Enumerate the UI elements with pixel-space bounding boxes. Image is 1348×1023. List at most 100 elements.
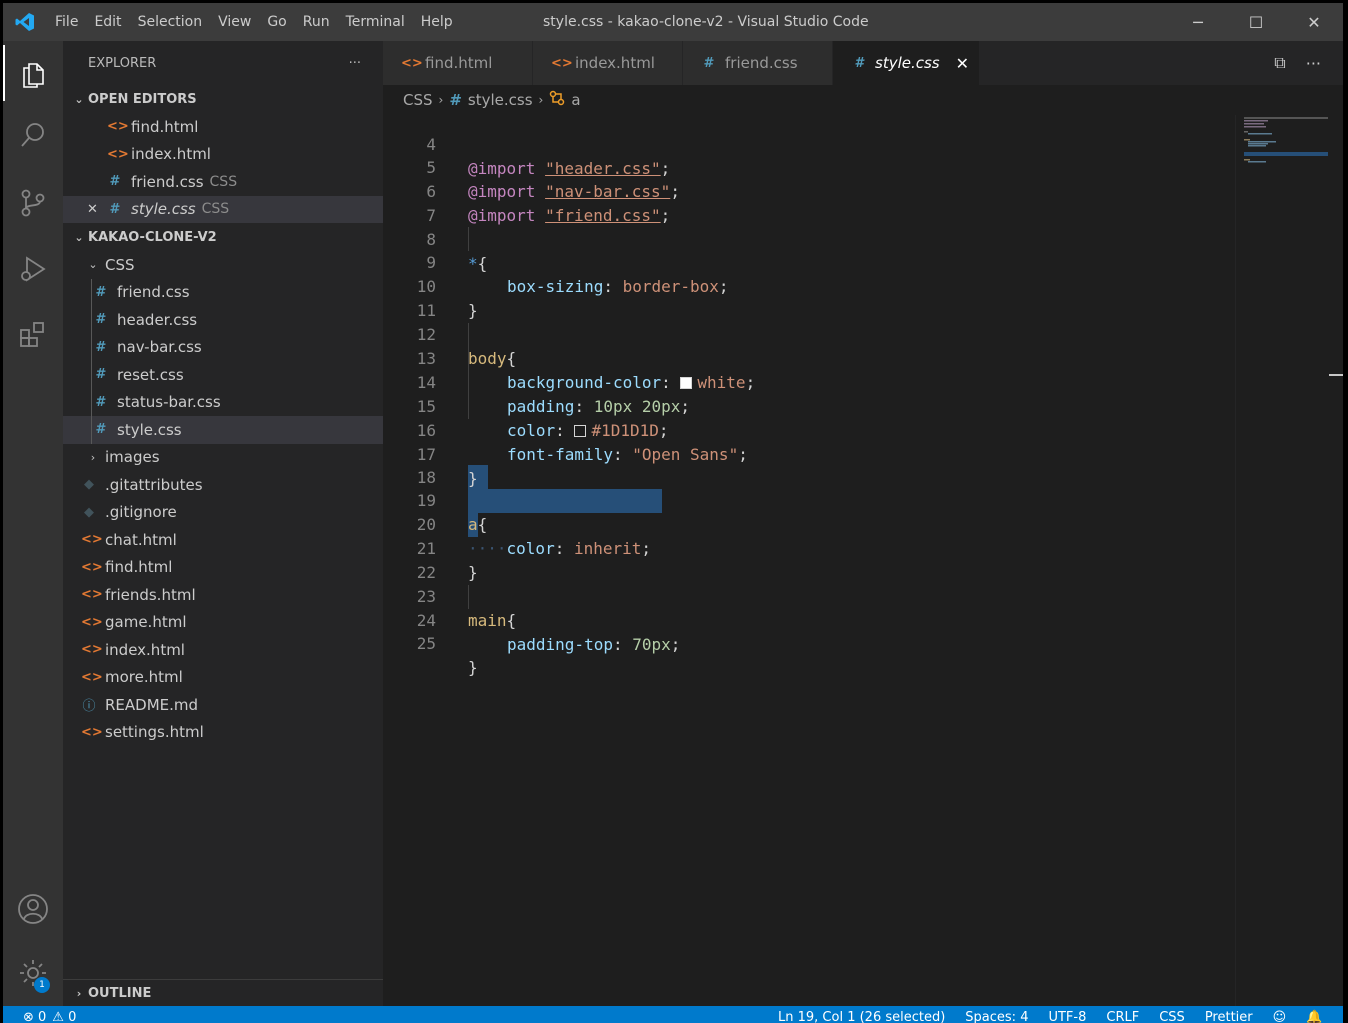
indentation-status[interactable]: Spaces: 4 bbox=[965, 1010, 1028, 1023]
file-item[interactable]: <> game.html bbox=[63, 609, 383, 637]
extensions-icon[interactable] bbox=[3, 307, 63, 363]
file-item[interactable]: # status-bar.css bbox=[63, 389, 383, 417]
maximize-button[interactable]: ☐ bbox=[1227, 3, 1285, 41]
file-item[interactable]: # reset.css bbox=[63, 361, 383, 389]
menu-file[interactable]: File bbox=[47, 3, 86, 41]
file-item[interactable]: # nav-bar.css bbox=[63, 334, 383, 362]
code-line: 19 a{ bbox=[383, 465, 1235, 534]
warnings-status[interactable]: ⚠ 0 bbox=[52, 1010, 76, 1023]
close-window-button[interactable]: ✕ bbox=[1285, 3, 1343, 41]
file-item[interactable]: ◆ .gitignore bbox=[63, 499, 383, 527]
split-editor-icon[interactable]: ⧉ bbox=[1274, 53, 1285, 73]
account-icon[interactable] bbox=[3, 881, 63, 937]
code-line: 4 @import "header.css"; bbox=[383, 109, 1235, 178]
code-line: 18 bbox=[383, 442, 1235, 487]
errors-status[interactable]: ⊗ 0 bbox=[23, 1010, 46, 1023]
file-item[interactable]: ⓘ README.md bbox=[63, 691, 383, 719]
file-item-active[interactable]: # style.css bbox=[63, 416, 383, 444]
formatter-status[interactable]: Prettier bbox=[1205, 1010, 1253, 1023]
tab-find-html[interactable]: <> find.html bbox=[383, 41, 533, 85]
menu-run[interactable]: Run bbox=[295, 3, 338, 41]
html-file-icon: <> bbox=[81, 724, 103, 740]
file-item[interactable]: <> find.html bbox=[63, 554, 383, 582]
cursor-position-status[interactable]: Ln 19, Col 1 (26 selected) bbox=[778, 1010, 945, 1023]
html-file-icon: <> bbox=[551, 55, 573, 71]
css-file-icon: # bbox=[95, 394, 107, 410]
menu-edit[interactable]: Edit bbox=[86, 3, 129, 41]
close-tab-icon[interactable]: ✕ bbox=[956, 54, 969, 73]
file-label: settings.html bbox=[105, 723, 204, 742]
explorer-title: EXPLORER bbox=[88, 55, 157, 71]
file-item[interactable]: # header.css bbox=[63, 306, 383, 334]
menu-selection[interactable]: Selection bbox=[130, 3, 211, 41]
search-icon[interactable] bbox=[3, 107, 63, 163]
notifications-bell-icon[interactable]: 🔔 bbox=[1306, 1010, 1322, 1023]
open-editor-item-active[interactable]: ✕ # style.css CSS bbox=[63, 195, 383, 223]
chevron-down-icon: ⌄ bbox=[88, 258, 98, 272]
status-bar: ⊗ 0 ⚠ 0 Ln 19, Col 1 (26 selected) Space… bbox=[3, 1006, 1343, 1023]
file-item[interactable]: ◆ .gitattributes bbox=[63, 471, 383, 499]
html-file-icon: <> bbox=[81, 669, 103, 685]
open-editors-section[interactable]: ⌄ OPEN EDITORS bbox=[63, 85, 383, 113]
open-editor-item[interactable]: <> find.html bbox=[63, 113, 383, 141]
source-control-icon[interactable] bbox=[3, 175, 63, 231]
feedback-icon[interactable]: ☺ bbox=[1273, 1010, 1287, 1023]
breadcrumb-folder[interactable]: CSS bbox=[403, 91, 433, 109]
file-label: game.html bbox=[105, 613, 187, 632]
encoding-status[interactable]: UTF-8 bbox=[1048, 1010, 1086, 1023]
file-item[interactable]: <> settings.html bbox=[63, 719, 383, 747]
code-line: 22 bbox=[383, 537, 1235, 582]
explorer-icon[interactable] bbox=[3, 45, 63, 101]
open-editor-folder: CSS bbox=[201, 201, 230, 218]
project-section[interactable]: ⌄ KAKAO-CLONE-V2 bbox=[63, 223, 383, 251]
minimize-button[interactable]: ─ bbox=[1169, 3, 1227, 41]
activity-bar: 1 bbox=[3, 41, 63, 1006]
open-editor-item[interactable]: <> index.html bbox=[63, 141, 383, 169]
more-actions-icon[interactable]: ··· bbox=[349, 56, 361, 71]
folder-images[interactable]: › images bbox=[63, 444, 383, 472]
menu-bar: File Edit Selection View Go Run Terminal… bbox=[47, 3, 461, 41]
code-line: 8 *{ bbox=[383, 204, 1235, 273]
menu-help[interactable]: Help bbox=[413, 3, 461, 41]
tab-index-html[interactable]: <> index.html bbox=[533, 41, 683, 85]
menu-view[interactable]: View bbox=[210, 3, 259, 41]
run-debug-icon[interactable] bbox=[3, 241, 63, 297]
settings-gear-icon[interactable]: 1 bbox=[3, 945, 63, 1001]
breadcrumb-file[interactable]: style.css bbox=[468, 91, 533, 109]
folder-label: CSS bbox=[105, 255, 135, 274]
outline-section[interactable]: › OUTLINE bbox=[63, 979, 383, 1006]
git-file-icon: ◆ bbox=[84, 504, 94, 520]
tab-label: find.html bbox=[425, 54, 493, 72]
css-file-icon: # bbox=[449, 91, 462, 109]
breadcrumb-symbol[interactable]: a bbox=[571, 91, 580, 109]
eol-status[interactable]: CRLF bbox=[1106, 1010, 1139, 1023]
file-item[interactable]: <> more.html bbox=[63, 664, 383, 692]
minimap[interactable] bbox=[1235, 115, 1329, 1006]
file-label: more.html bbox=[105, 668, 183, 687]
more-actions-icon[interactable]: ··· bbox=[1306, 54, 1321, 73]
code-line: 21 } bbox=[383, 513, 1235, 582]
file-item[interactable]: <> chat.html bbox=[63, 526, 383, 554]
code-line: 25 } bbox=[383, 608, 1235, 677]
close-editor-icon[interactable]: ✕ bbox=[87, 202, 107, 217]
semicolon: ; bbox=[670, 635, 681, 654]
vertical-scrollbar[interactable] bbox=[1329, 115, 1343, 1006]
tab-friend-css[interactable]: # friend.css bbox=[683, 41, 833, 85]
menu-terminal[interactable]: Terminal bbox=[338, 3, 413, 41]
file-item[interactable]: <> index.html bbox=[63, 636, 383, 664]
chevron-down-icon: ⌄ bbox=[74, 92, 84, 106]
open-editor-label: index.html bbox=[131, 145, 211, 164]
code-editor[interactable]: 4 @import "header.css"; 5 @import "nav-b… bbox=[383, 115, 1235, 1006]
editor-tabs: <> find.html <> index.html # friend.css … bbox=[383, 41, 1343, 85]
language-status[interactable]: CSS bbox=[1159, 1010, 1185, 1023]
file-item[interactable]: <> friends.html bbox=[63, 581, 383, 609]
git-file-icon: ◆ bbox=[84, 477, 94, 493]
open-editor-item[interactable]: # friend.css CSS bbox=[63, 168, 383, 196]
tab-label: style.css bbox=[875, 54, 940, 72]
css-file-icon: # bbox=[703, 55, 715, 71]
file-item[interactable]: # friend.css bbox=[63, 279, 383, 307]
folder-css[interactable]: ⌄ CSS bbox=[63, 251, 383, 279]
tab-actions: ⧉ ··· bbox=[1274, 41, 1343, 85]
menu-go[interactable]: Go bbox=[259, 3, 294, 41]
tab-style-css[interactable]: # style.css ✕ bbox=[833, 41, 980, 85]
